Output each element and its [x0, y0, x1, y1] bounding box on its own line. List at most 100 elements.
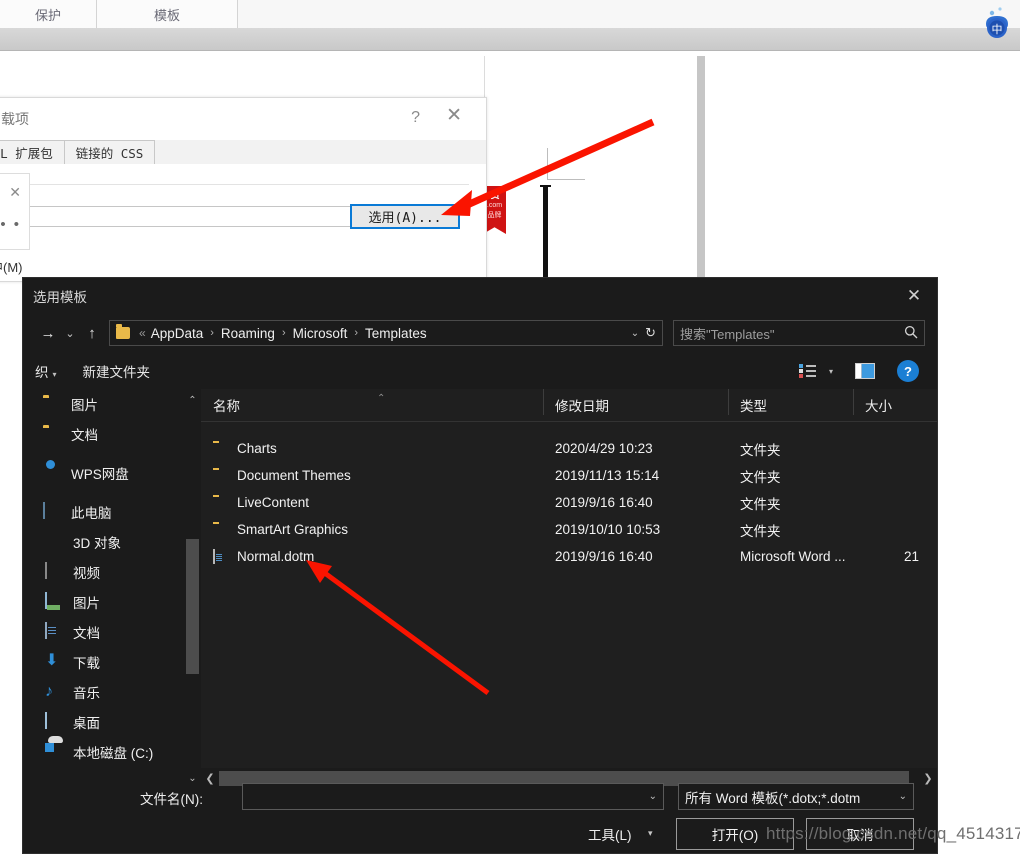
file-list-panel: 名称 ⌃ 修改日期 类型 大小 Charts 2020/4/29 10:23 文…	[201, 389, 937, 789]
sidebar-item-label: 桌面	[73, 716, 100, 731]
sidebar-item-downloads[interactable]: ⬇ 下载	[23, 647, 201, 677]
chevron-down-icon[interactable]: ⌄	[895, 791, 907, 802]
sidebar-item-local-disk-c[interactable]: 本地磁盘 (C:)	[23, 737, 201, 767]
filename-input[interactable]: ⌄	[242, 783, 664, 810]
table-row[interactable]: Document Themes 2019/11/13 15:14 文件夹	[201, 462, 937, 489]
close-icon[interactable]: ✕	[891, 278, 937, 313]
sidebar-item-label: 图片	[73, 596, 100, 611]
forward-arrow-icon[interactable]: →	[35, 320, 61, 346]
local-disk-icon	[45, 743, 65, 761]
sidebar-item-3d-objects[interactable]: 3D 对象	[23, 527, 201, 557]
sidebar-item-pictures[interactable]: 图片	[23, 587, 201, 617]
filename-label: 文件名(N):	[140, 792, 203, 807]
organize-label: 织	[35, 365, 49, 380]
help-icon[interactable]: ?	[411, 109, 420, 127]
scroll-right-icon[interactable]: ❯	[919, 772, 937, 785]
column-header-type[interactable]: 类型	[728, 389, 853, 415]
documents-icon	[45, 622, 65, 641]
scroll-down-icon[interactable]: ⌄	[184, 767, 201, 789]
scroll-left-icon[interactable]: ❮	[201, 772, 219, 785]
new-folder-button[interactable]: 新建文件夹	[83, 361, 151, 381]
ribbon-tab-protect-label: 保护	[34, 7, 61, 23]
sidebar-item-music[interactable]: ♪ 音乐	[23, 677, 201, 707]
tab-linked-css[interactable]: 链接的 CSS	[63, 140, 156, 164]
sidebar-item-videos[interactable]: 视频	[23, 557, 201, 587]
sidebar-item-label: 音乐	[73, 686, 100, 701]
search-input[interactable]: 搜索"Templates"	[673, 320, 925, 346]
breadcrumb-templates[interactable]: Templates	[364, 326, 428, 341]
close-icon[interactable]: ✕	[446, 106, 462, 125]
column-header-size[interactable]: 大小	[853, 389, 933, 415]
sidebar-item-wps-cloud[interactable]: WPS网盘	[23, 458, 201, 488]
scrollbar-thumb[interactable]	[186, 539, 199, 674]
cloud-icon	[43, 464, 63, 482]
table-row[interactable]: Normal.dotm 2019/9/16 16:40 Microsoft Wo…	[201, 543, 937, 570]
file-list-rows: Charts 2020/4/29 10:23 文件夹 Document Them…	[201, 422, 937, 570]
file-type: 文件夹	[740, 523, 781, 539]
attach-button[interactable]: 选用(A)...	[350, 204, 460, 229]
column-header-name[interactable]: 名称 ⌃	[201, 393, 543, 415]
sidebar-item-label: 视频	[73, 566, 100, 581]
template-path-input[interactable]	[0, 206, 355, 227]
sidebar-scrollbar[interactable]: ⌃ ⌄	[184, 389, 201, 789]
tools-button[interactable]: 工具(L)	[588, 824, 632, 844]
open-button[interactable]: 打开(O)	[676, 818, 794, 850]
tab-xml-expansion-pack[interactable]: XML 扩展包	[0, 140, 65, 164]
sidebar-item-pictures-quick[interactable]: 图片	[23, 389, 201, 419]
recent-locations-chevron-down-icon[interactable]: ⌄	[61, 320, 79, 346]
file-open-dialog: 选用模板 ✕ → ⌄ ↑ « AppData › Roaming › Micro…	[22, 277, 938, 854]
filetype-select[interactable]: 所有 Word 模板(*.dotx;*.dotm ⌄	[678, 783, 914, 810]
sidebar-item-label: 文档	[71, 428, 98, 443]
sidebar-item-label: 3D 对象	[73, 536, 122, 551]
ribbon-tab-protect[interactable]: 保护	[0, 0, 97, 28]
address-bar[interactable]: « AppData › Roaming › Microsoft › Templa…	[109, 320, 663, 346]
refresh-icon[interactable]: ↻	[645, 325, 658, 341]
file-dialog-titlebar: 选用模板 ✕	[23, 278, 937, 313]
sidebar-item-label: 文档	[73, 626, 100, 641]
sidebar-item-label: WPS网盘	[71, 467, 129, 482]
search-placeholder: 搜索"Templates"	[680, 326, 775, 342]
svg-text:中: 中	[992, 23, 1003, 36]
scroll-up-icon[interactable]: ⌃	[184, 389, 201, 411]
table-row[interactable]: Charts 2020/4/29 10:23 文件夹	[201, 435, 937, 462]
preview-pane-icon[interactable]	[855, 363, 875, 379]
breadcrumb-roaming[interactable]: Roaming	[220, 326, 276, 341]
column-header-modified[interactable]: 修改日期	[543, 389, 728, 415]
breadcrumb-separator-icon: ›	[354, 327, 359, 339]
sidebar-item-desktop[interactable]: 桌面	[23, 707, 201, 737]
table-row[interactable]: LiveContent 2019/9/16 16:40 文件夹	[201, 489, 937, 516]
file-type: Microsoft Word ...	[740, 549, 846, 564]
help-icon[interactable]: ?	[897, 360, 919, 382]
document-margin-marker-horizontal	[547, 179, 585, 180]
column-header-name-label: 名称	[213, 399, 240, 414]
view-options-button[interactable]: ▾	[798, 364, 833, 378]
table-row[interactable]: SmartArt Graphics 2019/10/10 10:53 文件夹	[201, 516, 937, 543]
breadcrumb-overflow-icon[interactable]: «	[139, 326, 146, 340]
breadcrumb-microsoft[interactable]: Microsoft	[292, 326, 349, 341]
search-icon[interactable]	[904, 325, 918, 342]
file-dialog-main: 图片 文档 WPS网盘 此电脑 3D 对象 视频 图片 文档 ⬇ 下载 ♪ 音乐…	[23, 389, 937, 789]
ime-indicator-icon[interactable]: 中	[980, 4, 1014, 44]
mini-panel-close-icon[interactable]: ✕	[9, 185, 21, 199]
file-list-header: 名称 ⌃ 修改日期 类型 大小	[201, 389, 937, 422]
sidebar-item-this-pc[interactable]: 此电脑	[23, 497, 201, 527]
music-icon: ♪	[45, 683, 53, 700]
file-type: 文件夹	[740, 496, 781, 512]
file-name: Normal.dotm	[237, 549, 315, 564]
file-dialog-toolbar: 织 ▾ 新建文件夹 ▾ ?	[23, 353, 937, 389]
word-options-dialog: 载项 ? ✕ XML 架构 XML 扩展包 链接的 CSS 选用(A)... 新…	[0, 97, 487, 282]
cancel-button[interactable]: 取消	[806, 818, 914, 850]
chevron-down-icon[interactable]: ⌄	[649, 791, 657, 802]
sidebar-item-documents-quick[interactable]: 文档	[23, 419, 201, 449]
up-arrow-icon[interactable]: ↑	[79, 320, 105, 346]
breadcrumb-appdata[interactable]: AppData	[150, 326, 205, 341]
mini-panel-more-icon[interactable]: • •	[0, 217, 21, 232]
organize-button[interactable]: 织 ▾	[35, 361, 57, 381]
address-chevron-down-icon[interactable]: ⌄	[625, 328, 645, 339]
chevron-down-icon[interactable]: ▾	[648, 828, 653, 839]
ribbon-tab-template[interactable]: 模板	[97, 0, 238, 28]
3d-objects-icon	[45, 533, 65, 551]
option-label-all-new-email: 所有新电子邮件中(M)	[0, 260, 23, 275]
sidebar-item-documents[interactable]: 文档	[23, 617, 201, 647]
